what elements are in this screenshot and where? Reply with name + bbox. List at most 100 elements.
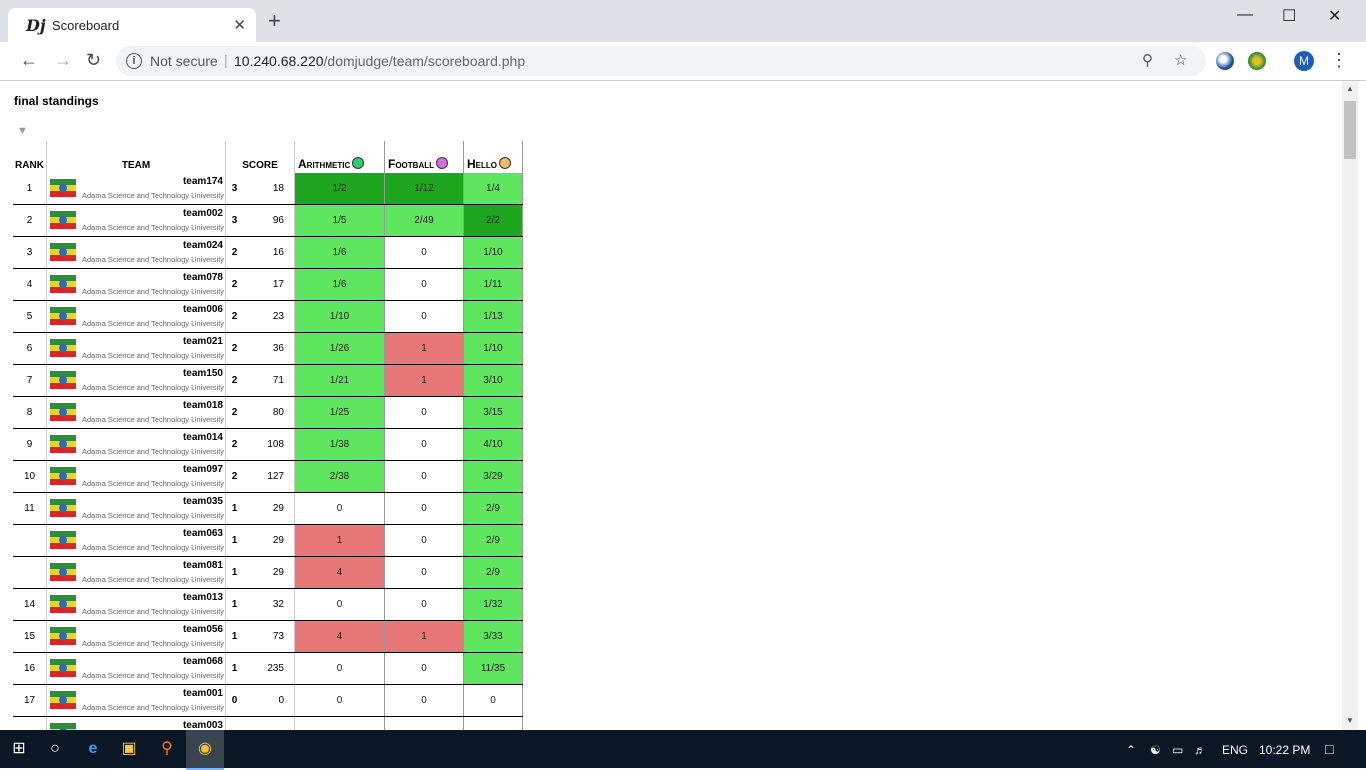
problem-cell[interactable] [463,716,523,730]
problem-cell[interactable]: 1/38 [294,428,385,461]
edge-icon[interactable]: e [74,730,112,768]
problem-cell[interactable]: 1/25 [294,396,385,429]
profile-avatar[interactable]: M [1294,51,1314,71]
forward-arrow-icon[interactable]: → [54,50,72,71]
problem-cell[interactable]: 0 [294,652,385,685]
problem-cell[interactable]: 0 [463,684,523,717]
search-app-icon[interactable]: ⚲ [148,730,186,768]
problem-cell[interactable]: 2/9 [463,492,523,525]
table-row[interactable]: 5 team006 Adama Science and Technology U… [13,300,523,333]
problem-cell[interactable]: 0 [294,684,385,717]
table-row[interactable]: 15 team056 Adama Science and Technology … [13,620,523,653]
problem-cell[interactable]: 1/10 [463,332,523,365]
clock[interactable]: 10:22 PM [1259,743,1310,757]
team-cell[interactable]: team018 Adama Science and Technology Uni… [46,396,226,429]
team-name[interactable]: team003 [183,720,223,730]
team-cell[interactable]: team081 Adama Science and Technology Uni… [46,556,226,589]
problem-cell[interactable]: 2/49 [384,204,464,237]
team-cell[interactable]: team002 Adama Science and Technology Uni… [46,204,226,237]
table-row[interactable]: 7 team150 Adama Science and Technology U… [13,364,523,397]
team-cell[interactable]: team013 Adama Science and Technology Uni… [46,588,226,621]
problem-cell[interactable]: 0 [384,300,464,333]
team-name[interactable]: team001 [183,688,223,699]
url-text[interactable]: 10.240.68.220/domjudge/team/scoreboard.p… [234,53,525,69]
team-cell[interactable]: team068 Adama Science and Technology Uni… [46,652,226,685]
header-problem-football[interactable]: Football [384,141,464,173]
table-row[interactable]: 1 team174 Adama Science and Technology U… [13,173,523,205]
table-row[interactable]: 3 team024 Adama Science and Technology U… [13,236,523,269]
maximize-icon[interactable]: ☐ [1282,6,1296,26]
battery-icon[interactable]: ▭ [1172,743,1183,757]
volume-icon[interactable]: ♬ [1194,743,1206,757]
scrollbar-thumb[interactable] [1344,101,1356,159]
problem-cell[interactable]: 4/10 [463,428,523,461]
page-scrollbar[interactable]: ▲ ▼ [1342,81,1358,730]
new-tab-button[interactable]: + [268,10,281,32]
team-name[interactable]: team078 [183,272,223,283]
problem-cell[interactable]: 1/21 [294,364,385,397]
problem-cell[interactable]: 0 [384,236,464,269]
problem-cell[interactable]: 1/10 [463,236,523,269]
problem-cell[interactable]: 0 [384,652,464,685]
back-arrow-icon[interactable]: ← [20,50,38,71]
table-row[interactable]: 4 team078 Adama Science and Technology U… [13,268,523,301]
problem-cell[interactable]: 1/26 [294,332,385,365]
problem-cell[interactable]: 1/5 [294,204,385,237]
team-name[interactable]: team035 [183,496,223,507]
file-explorer-icon[interactable]: ▣ [110,730,148,768]
table-row[interactable]: team003 Adama Science and Technology Uni… [13,716,523,730]
windows-start-icon[interactable]: ⊞ [0,730,38,768]
team-name[interactable]: team014 [183,432,223,443]
problem-cell[interactable] [384,716,464,730]
problem-cell[interactable]: 1/11 [463,268,523,301]
scroll-up-icon[interactable]: ▲ [1346,84,1354,93]
problem-cell[interactable]: 1/2 [294,173,385,205]
problem-cell[interactable]: 0 [384,460,464,493]
team-name[interactable]: team018 [183,400,223,411]
extension-icon[interactable] [1248,52,1266,70]
notification-icon[interactable]: □ [1325,741,1333,757]
wifi-icon[interactable]: ☯ [1150,743,1161,757]
problem-cell[interactable] [294,716,385,730]
bookmark-star-icon[interactable]: ☆ [1174,51,1187,69]
team-name[interactable]: team056 [183,624,223,635]
problem-cell[interactable]: 4 [294,620,385,653]
problem-cell[interactable]: 3/29 [463,460,523,493]
window-close-icon[interactable]: ✕ [1328,6,1341,26]
problem-cell[interactable]: 0 [384,556,464,589]
table-row[interactable]: 16 team068 Adama Science and Technology … [13,652,523,685]
team-name[interactable]: team150 [183,368,223,379]
table-row[interactable]: team081 Adama Science and Technology Uni… [13,556,523,589]
problem-cell[interactable]: 0 [384,492,464,525]
problem-cell[interactable]: 4 [294,556,385,589]
scroll-down-icon[interactable]: ▼ [1346,716,1354,725]
tab-close-icon[interactable]: ✕ [233,16,246,34]
team-cell[interactable]: team056 Adama Science and Technology Uni… [46,620,226,653]
team-cell[interactable]: team150 Adama Science and Technology Uni… [46,364,226,397]
problem-cell[interactable]: 1 [384,332,464,365]
problem-cell[interactable]: 1/12 [384,173,464,205]
team-cell[interactable]: team035 Adama Science and Technology Uni… [46,492,226,525]
zoom-icon[interactable]: ⚲ [1142,51,1153,69]
problem-cell[interactable]: 0 [294,588,385,621]
problem-cell[interactable]: 0 [384,428,464,461]
security-indicator[interactable]: Not secure [150,53,218,69]
minimize-icon[interactable]: — [1237,6,1253,24]
tab-scoreboard[interactable]: Dj Scoreboard ✕ [8,8,256,42]
problem-cell[interactable]: 1 [294,524,385,557]
table-row[interactable]: 9 team014 Adama Science and Technology U… [13,428,523,461]
team-cell[interactable]: team063 Adama Science and Technology Uni… [46,524,226,557]
team-cell[interactable]: team003 Adama Science and Technology Uni… [46,716,226,730]
problem-cell[interactable]: 1 [384,364,464,397]
extension-icon[interactable] [1216,52,1234,70]
reload-icon[interactable]: ↻ [86,50,101,71]
problem-cell[interactable]: 0 [384,588,464,621]
table-row[interactable]: 14 team013 Adama Science and Technology … [13,588,523,621]
problem-cell[interactable]: 0 [384,524,464,557]
problem-cell[interactable]: 1/32 [463,588,523,621]
problem-cell[interactable]: 1/6 [294,236,385,269]
team-name[interactable]: team068 [183,656,223,667]
team-cell[interactable]: team001 Adama Science and Technology Uni… [46,684,226,717]
menu-dots-icon[interactable]: ⋮ [1330,50,1348,71]
team-name[interactable]: team174 [183,176,223,187]
